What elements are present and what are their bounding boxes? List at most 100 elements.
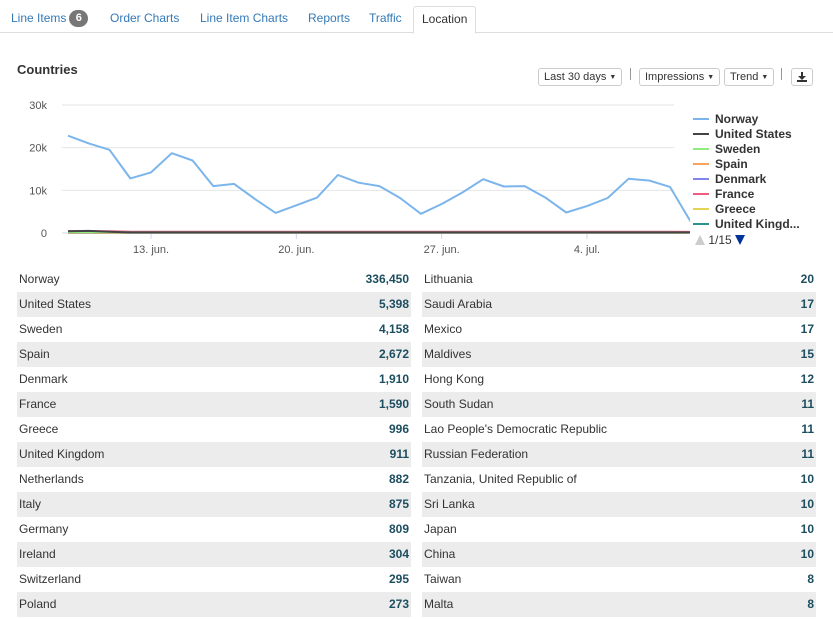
chevron-down-icon: ▼ (707, 74, 715, 81)
table-row: Taiwan 8 (422, 567, 816, 592)
legend-label: United Kingd... (715, 217, 800, 230)
tab-traffic[interactable]: Traffic (369, 6, 402, 33)
impressions-value: 304 (388, 547, 409, 561)
table-row: United Kingdom 911 (17, 442, 411, 467)
table-row: Japan 10 (422, 517, 816, 542)
impressions-value: 4,158 (378, 322, 409, 336)
divider (781, 68, 782, 80)
table-row: Lithuania 20 (422, 267, 816, 292)
chart-legend: Norway United States Sweden Spain Denmark Fra… (693, 112, 813, 230)
table-row: Spain 2,672 (17, 342, 411, 367)
country-name: Germany (19, 522, 69, 536)
table-row: Denmark 1,910 (17, 367, 411, 392)
legend-label: United States (715, 127, 792, 141)
impressions-value: 10 (800, 497, 814, 511)
legend-item[interactable]: France (693, 187, 813, 202)
x-tick-label: 4. jul. (574, 244, 600, 256)
legend-item[interactable]: Norway (693, 112, 813, 127)
legend-swatch (693, 192, 709, 195)
country-name: Hong Kong (424, 372, 485, 386)
legend-label: Sweden (715, 142, 761, 156)
download-button[interactable] (791, 68, 813, 86)
country-name: Denmark (19, 372, 68, 386)
legend-item[interactable]: United States (693, 127, 813, 142)
country-name: France (19, 397, 57, 411)
tab-order-charts[interactable]: Order Charts (110, 6, 179, 33)
countries-table-left: Norway 336,450 United States 5,398 Sweden 4,1… (17, 267, 411, 617)
legend-swatch (693, 117, 709, 120)
table-row: Greece 996 (17, 417, 411, 442)
countries-table-right: Lithuania 20 Saudi Arabia 17 Mexico 17 Maldive… (422, 267, 816, 617)
table-row: Tanzania, United Republic of 10 (422, 467, 816, 492)
country-name: Switzerland (19, 572, 82, 586)
country-name: Lao People's Democratic Republic (424, 422, 608, 436)
country-name: Sweden (19, 322, 63, 336)
tab-location[interactable]: Location (413, 6, 477, 34)
table-row: Russian Federation 11 (422, 442, 816, 467)
table-row: Sri Lanka 10 (422, 492, 816, 517)
legend-item[interactable]: Spain (693, 157, 813, 172)
table-row: Lao People's Democratic Republic 11 (422, 417, 816, 442)
table-row: Poland 273 (17, 592, 411, 617)
impressions-value: 1,910 (378, 372, 409, 386)
country-name: Netherlands (19, 472, 84, 486)
impressions-value: 12 (800, 372, 814, 386)
impressions-value: 11 (801, 397, 814, 411)
y-tick-label: 20k (29, 143, 47, 155)
legend-swatch (693, 207, 709, 210)
impressions-value: 5,398 (378, 297, 409, 311)
country-name: Lithuania (424, 272, 473, 286)
country-name: Taiwan (424, 572, 462, 586)
table-row: Norway 336,450 (17, 267, 411, 292)
legend-item[interactable]: United Kingd... (693, 217, 813, 230)
country-name: Ireland (19, 547, 56, 561)
tab-label: Line Items (11, 11, 67, 25)
legend-swatch (693, 177, 709, 180)
date-range-dropdown[interactable]: Last 30 days ▼ (538, 68, 623, 86)
table-row: France 1,590 (17, 392, 411, 417)
table-row: Sweden 4,158 (17, 317, 411, 342)
table-row: Ireland 304 (17, 542, 411, 567)
legend-item[interactable]: Sweden (693, 142, 813, 157)
impressions-value: 336,450 (365, 272, 409, 286)
table-row: Maldives 15 (422, 342, 816, 367)
country-name: Malta (424, 597, 454, 611)
impressions-value: 2,672 (378, 347, 409, 361)
legend-label: France (715, 187, 755, 201)
country-name: Russian Federation (424, 447, 529, 461)
legend-page-indicator: 1/15 (708, 233, 732, 247)
table-row: Saudi Arabia 17 (422, 292, 816, 317)
table-row: Switzerland 295 (17, 567, 411, 592)
country-name: China (424, 547, 456, 561)
impressions-value: 1,590 (378, 397, 409, 411)
impressions-value: 10 (800, 472, 814, 486)
arrow-down-icon[interactable] (735, 235, 746, 245)
impressions-value: 11 (801, 422, 814, 436)
impressions-line-chart: 0 10k 20k 30k 13. jun. 20. jun. 27. jun. 4. jul… (29, 100, 690, 256)
impressions-value: 882 (388, 472, 409, 486)
country-name: United Kingdom (19, 447, 105, 461)
tab-reports[interactable]: Reports (308, 6, 350, 33)
legend-item[interactable]: Greece (693, 202, 813, 217)
table-row: Hong Kong 12 (422, 367, 816, 392)
tab-line-item-charts[interactable]: Line Item Charts (200, 6, 288, 33)
table-row: South Sudan 11 (422, 392, 816, 417)
impressions-value: 809 (388, 522, 409, 536)
legend-pager: 1/15 (695, 233, 746, 247)
legend-item[interactable]: Denmark (693, 172, 813, 187)
divider (630, 68, 631, 80)
arrow-up-icon[interactable] (695, 235, 705, 245)
impressions-value: 996 (388, 422, 409, 436)
country-name: Norway (19, 272, 60, 286)
impressions-value: 17 (800, 322, 814, 336)
table-row: Malta 8 (422, 592, 816, 617)
chart-mode-label: Trend (730, 71, 759, 83)
tab-line-items[interactable]: Line Items 6 (11, 6, 89, 33)
country-name: United States (19, 297, 92, 311)
country-name: Saudi Arabia (424, 297, 493, 311)
legend-swatch (693, 222, 709, 225)
metric-dropdown[interactable]: Impressions ▼ (639, 68, 721, 86)
chart-mode-dropdown[interactable]: Trend ▼ (724, 68, 775, 86)
table-row: Germany 809 (17, 517, 411, 542)
country-name: Sri Lanka (424, 497, 475, 511)
